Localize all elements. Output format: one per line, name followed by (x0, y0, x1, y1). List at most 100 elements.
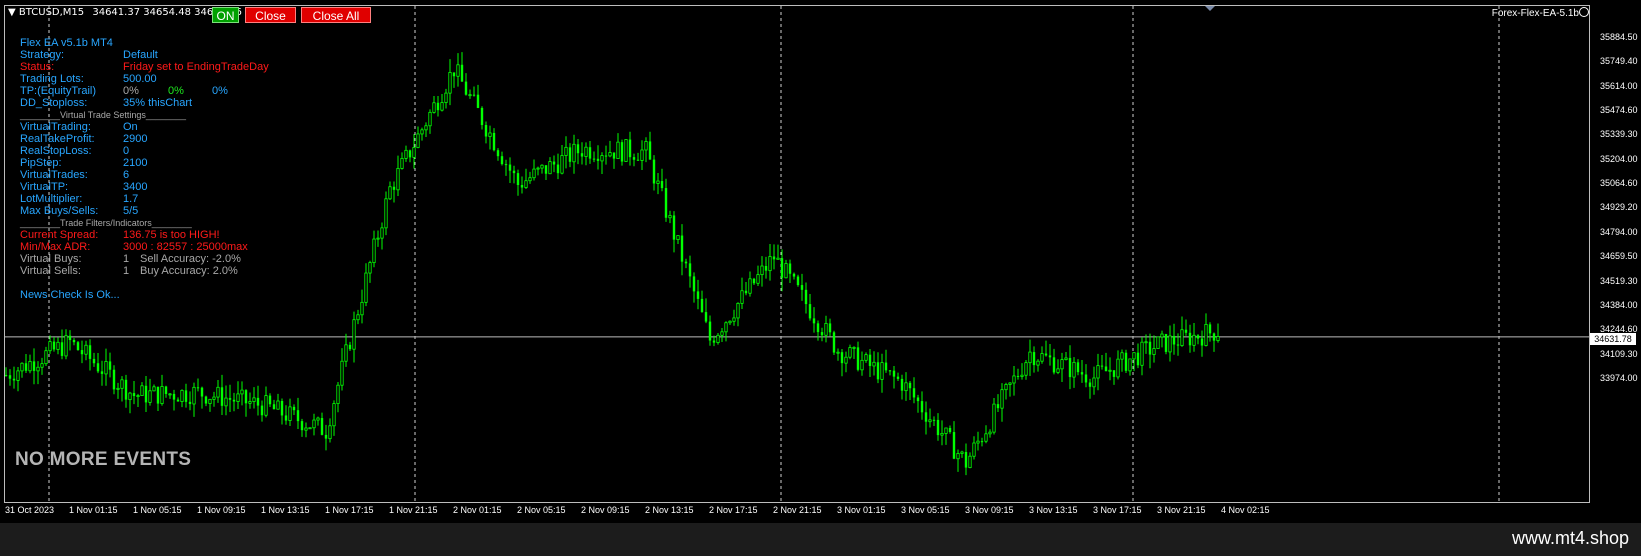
candle-body-bear (1196, 335, 1200, 339)
candle-body-bull (312, 419, 316, 429)
close-all-button[interactable]: Close All (301, 7, 371, 23)
candle-body-bull (1020, 374, 1024, 377)
time-axis-label: 2 Nov 01:15 (453, 505, 502, 515)
row-label: PipStep: (20, 157, 62, 169)
price-axis-label: 34109.30 (1600, 348, 1638, 359)
price-axis-label: 35614.00 (1600, 80, 1638, 91)
time-axis-label: 3 Nov 13:15 (1029, 505, 1078, 515)
candle-body-bull (584, 146, 588, 157)
candle-body-bull (740, 290, 744, 304)
candle-body-bull (444, 92, 448, 103)
candle-body-bull (36, 366, 40, 372)
candle-body-bear (1080, 372, 1084, 375)
candle-body-bear (840, 352, 844, 364)
candle-body-bear (936, 419, 940, 436)
on-button[interactable]: ON (212, 7, 239, 23)
candle-body-bear (788, 263, 792, 274)
candle-body-bull (784, 263, 788, 279)
dropdown-triangle-icon[interactable]: ▼ (8, 7, 16, 18)
candle-body-bull (1060, 359, 1064, 370)
panel-row: RealStopLoss: 0 (20, 145, 192, 157)
candle-body-bull (380, 227, 384, 239)
candle-body-bear (704, 312, 708, 322)
candle-body-bull (656, 180, 660, 184)
row-value: 1.7 (123, 193, 139, 205)
row-count: 1 (123, 265, 130, 277)
candle-body-bear (1112, 370, 1116, 377)
candle-body-bear (876, 362, 880, 380)
candle-body-bear (1136, 352, 1140, 366)
candle-body-bull (328, 425, 332, 440)
virtual-settings-separator: ________Virtual Trade Settings________ (20, 110, 186, 120)
time-axis-label: 1 Nov 21:15 (389, 505, 438, 515)
candle-body-bear (484, 125, 488, 137)
candle-body-bear (508, 164, 512, 171)
candle-body-bear (476, 94, 480, 108)
candle-body-bear (184, 390, 188, 402)
panel-row-strategy: Strategy: Default (20, 49, 192, 61)
candle-body-bear (1164, 334, 1168, 352)
candle-body-bear (1212, 333, 1216, 341)
candle-body-bear (500, 156, 504, 165)
candle-body-bull (1128, 358, 1132, 372)
row-value: 0 (123, 145, 130, 157)
candle-body-bull (944, 427, 948, 434)
candle-body-bear (520, 185, 524, 188)
candle-body-bear (952, 432, 956, 459)
candle-body-bull (1180, 329, 1184, 346)
time-axis-label: 2 Nov 17:15 (709, 505, 758, 515)
smiley-icon (1579, 7, 1589, 17)
candle-body-bear (32, 361, 36, 371)
panel-row: Max Buys/Sells: 5/5 (20, 205, 192, 217)
candle-body-bull (396, 168, 400, 191)
candle-body-bull (308, 427, 312, 430)
candle-body-bear (568, 147, 572, 162)
candle-body-bear (684, 261, 688, 264)
candle-body-bear (816, 323, 820, 333)
close-button[interactable]: Close (245, 7, 296, 23)
candle-body-bull (212, 396, 216, 400)
price-axis-label: 34929.20 (1600, 202, 1638, 213)
candle-body-bull (532, 168, 536, 179)
candle-body-bull (608, 152, 612, 157)
panel-row: VirtualTP: 3400 (20, 181, 192, 193)
row-value: 3400 (123, 181, 148, 193)
row-label: Max Buys/Sells: (20, 205, 99, 217)
row-label: Strategy: (20, 49, 65, 61)
candle-body-bear (516, 173, 520, 186)
candle-body-bear (12, 378, 16, 381)
candle-body-bull (1144, 341, 1148, 344)
candle-body-bear (144, 385, 148, 403)
chart-window[interactable]: ▼ BTCUSD,M15 34641.37 34654.48 34618.46 … (0, 0, 1641, 523)
row-value: 35% thisChart (123, 97, 193, 109)
panel-title: Flex EA v5.1b MT4 (20, 37, 113, 49)
candle-body-bull (372, 238, 376, 264)
tp-value-1: 0% (123, 85, 139, 97)
candle-body-bull (388, 186, 392, 200)
candle-body-bull (356, 314, 360, 321)
time-axis-label: 31 Oct 2023 (5, 505, 55, 515)
time-axis-label: 2 Nov 13:15 (645, 505, 694, 515)
candle-body-bear (96, 363, 100, 372)
candle-body-bull (872, 361, 876, 367)
candle-body-bull (1036, 360, 1040, 366)
plot-area[interactable] (4, 5, 1590, 503)
candle-body-bear (392, 186, 396, 190)
panel-row-tp: TP:(EquityTrail) 0% 0% 0% (20, 85, 228, 97)
candle-body-bull (988, 431, 992, 435)
tp-value-3: 0% (212, 85, 228, 97)
candle-body-bull (1028, 351, 1032, 364)
candle-body-bear (628, 139, 632, 158)
candle-body-bear (664, 188, 668, 218)
candle-body-bear (920, 401, 924, 413)
candle-body-bear (5, 374, 8, 376)
candle-body-bull (56, 341, 60, 350)
candle-body-bull (288, 406, 292, 421)
candle-body-bull (976, 440, 980, 444)
candle-body-bear (692, 276, 696, 292)
candle-body-bear (300, 421, 304, 431)
candle-body-bear (176, 399, 180, 402)
candle-body-bear (1084, 374, 1088, 383)
candle-body-bear (812, 318, 816, 324)
candle-body-bear (796, 276, 800, 286)
